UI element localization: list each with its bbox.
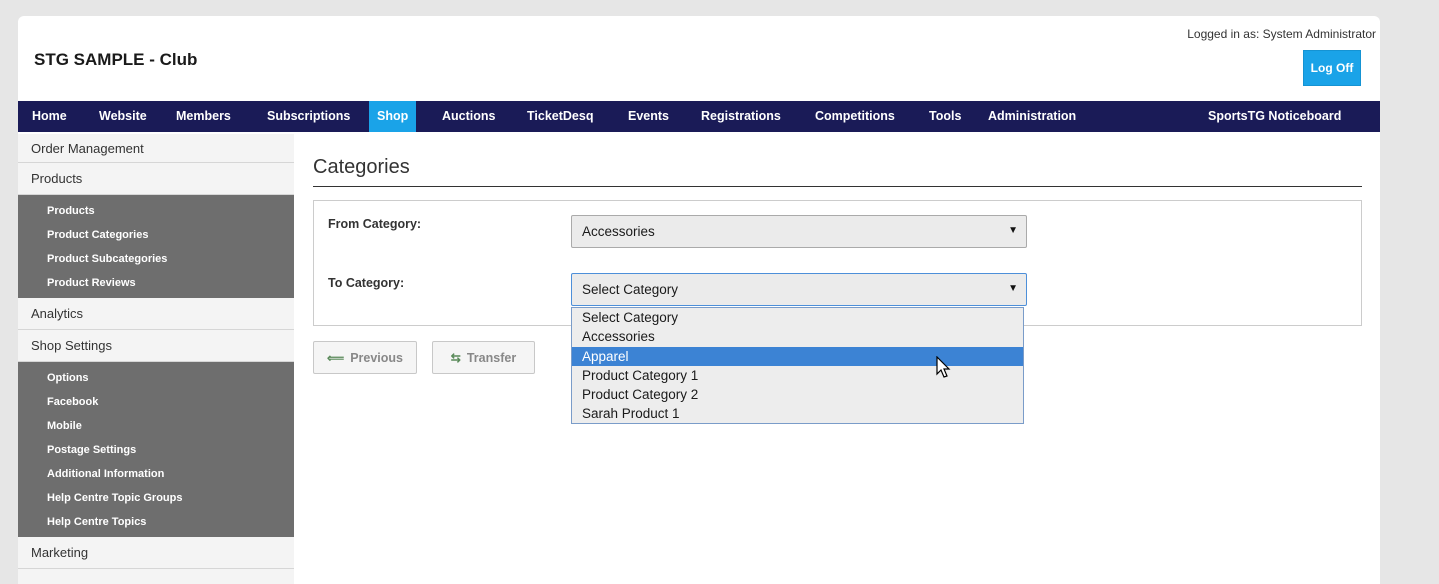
from-category-label: From Category:: [328, 217, 422, 231]
nav-members[interactable]: Members: [176, 101, 231, 132]
page-title: Categories: [313, 156, 410, 178]
submenu-product-subcategories[interactable]: Product Subcategories: [18, 247, 294, 271]
arrow-left-icon: ⟸: [326, 350, 345, 365]
previous-button-label: Previous: [350, 350, 403, 365]
submenu-additional-information[interactable]: Additional Information: [18, 462, 294, 486]
from-category-select[interactable]: Accessories ▼: [571, 215, 1027, 248]
option-product-category-2[interactable]: Product Category 2: [572, 385, 1023, 404]
transfer-button[interactable]: ⇆ Transfer: [432, 341, 535, 374]
option-sarah-product-1[interactable]: Sarah Product 1: [572, 404, 1023, 423]
nav-noticeboard[interactable]: SportsTG Noticeboard: [1208, 101, 1341, 132]
nav-website[interactable]: Website: [99, 101, 147, 132]
nav-home[interactable]: Home: [32, 101, 67, 132]
app-frame: STG SAMPLE - Club Logged in as: System A…: [18, 16, 1380, 584]
submenu-facebook[interactable]: Facebook: [18, 390, 294, 414]
to-category-label: To Category:: [328, 276, 405, 290]
logoff-button[interactable]: Log Off: [1303, 50, 1361, 86]
option-apparel[interactable]: Apparel: [572, 346, 1023, 366]
logged-in-status: Logged in as: System Administrator: [1187, 27, 1376, 41]
sidebar-shop-settings[interactable]: Shop Settings: [18, 330, 294, 362]
submenu-help-centre-topic-groups[interactable]: Help Centre Topic Groups: [18, 486, 294, 510]
submenu-product-categories[interactable]: Product Categories: [18, 223, 294, 247]
previous-button[interactable]: ⟸ Previous: [313, 341, 417, 374]
top-navigation: Home Website Members Subscriptions Shop …: [18, 101, 1380, 132]
products-submenu: Products Product Categories Product Subc…: [18, 195, 294, 298]
from-category-value: Accessories: [582, 224, 655, 239]
title-divider: [313, 186, 1362, 187]
option-product-category-1[interactable]: Product Category 1: [572, 366, 1023, 385]
to-category-value: Select Category: [582, 282, 679, 297]
nav-registrations[interactable]: Registrations: [701, 101, 781, 132]
submenu-mobile[interactable]: Mobile: [18, 414, 294, 438]
mouse-pointer-icon: [936, 356, 951, 378]
option-accessories[interactable]: Accessories: [572, 327, 1023, 346]
submenu-products[interactable]: Products: [18, 199, 294, 223]
submenu-options[interactable]: Options: [18, 366, 294, 390]
sidebar: Order Management Products Products Produ…: [18, 134, 294, 584]
submenu-product-reviews[interactable]: Product Reviews: [18, 271, 294, 295]
submenu-postage-settings[interactable]: Postage Settings: [18, 438, 294, 462]
chevron-down-icon: ▼: [1008, 225, 1018, 236]
option-select-category[interactable]: Select Category: [572, 308, 1023, 327]
to-category-select[interactable]: Select Category ▼: [571, 273, 1027, 306]
sidebar-analytics[interactable]: Analytics: [18, 298, 294, 330]
nav-shop[interactable]: Shop: [369, 101, 417, 132]
nav-events[interactable]: Events: [628, 101, 669, 132]
submenu-help-centre-topics[interactable]: Help Centre Topics: [18, 510, 294, 534]
nav-ticketdesq[interactable]: TicketDesq: [527, 101, 593, 132]
shop-settings-submenu: Options Facebook Mobile Postage Settings…: [18, 362, 294, 537]
transfer-button-label: Transfer: [466, 350, 517, 365]
nav-competitions[interactable]: Competitions: [815, 101, 895, 132]
nav-subscriptions[interactable]: Subscriptions: [267, 101, 350, 132]
chevron-down-icon: ▼: [1008, 283, 1018, 294]
nav-tools[interactable]: Tools: [929, 101, 961, 132]
site-title: STG SAMPLE - Club: [34, 50, 198, 69]
to-category-options: Select Category Accessories Apparel Prod…: [571, 307, 1024, 424]
sidebar-marketing[interactable]: Marketing: [18, 537, 294, 569]
nav-administration[interactable]: Administration: [988, 101, 1076, 132]
sidebar-order-management[interactable]: Order Management: [18, 134, 294, 163]
sidebar-products[interactable]: Products: [18, 163, 294, 195]
transfer-icon: ⇆: [450, 350, 461, 365]
nav-auctions[interactable]: Auctions: [442, 101, 495, 132]
